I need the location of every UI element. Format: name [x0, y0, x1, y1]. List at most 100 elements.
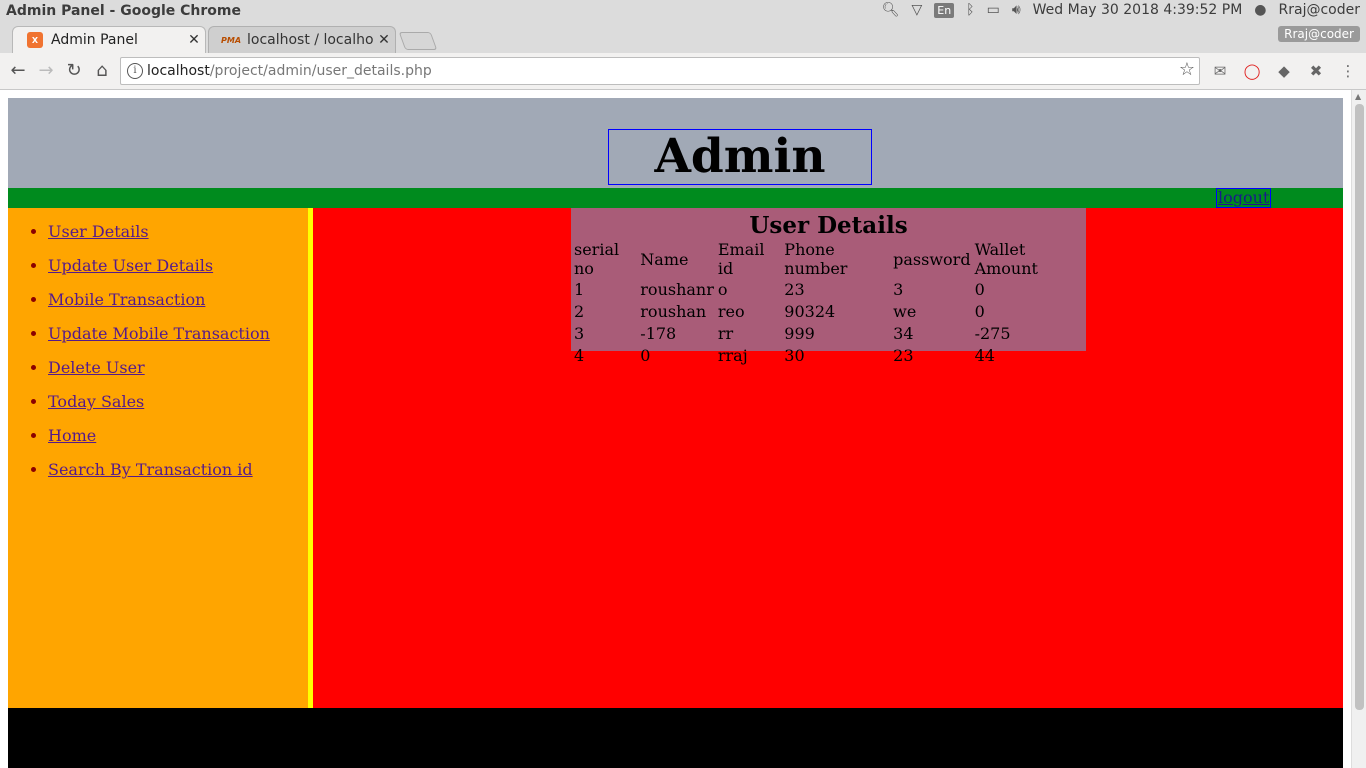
- user-details-panel: User Details serial no Name Email id Pho…: [571, 208, 1086, 365]
- tab-localhost[interactable]: PMA localhost / localhos ✕: [208, 26, 396, 53]
- table-cell: rraj: [717, 345, 748, 365]
- sidebar-link[interactable]: User Details: [48, 222, 149, 241]
- keyboard-layout-indicator[interactable]: En: [934, 2, 955, 18]
- new-tab-button[interactable]: [398, 32, 438, 50]
- sidebar-link[interactable]: Update Mobile Transaction: [48, 324, 270, 343]
- table-row: 4 0 rraj 30 23 44: [572, 344, 1086, 366]
- table-cell: reo: [717, 301, 745, 321]
- browser-toolbar: ← → ↻ ⌂ i localhost/project/admin/user_d…: [0, 53, 1366, 90]
- top-nav-bar: logout: [8, 188, 1343, 208]
- url-text[interactable]: localhost/project/admin/user_details.php: [147, 63, 432, 79]
- table-row: 3 -178 rr 999 34 -275: [572, 322, 1086, 344]
- url-path: /project/admin/user_details.php: [209, 63, 432, 79]
- x-extension-icon[interactable]: ✖: [1306, 61, 1326, 81]
- sidebar-link[interactable]: Update User Details: [48, 256, 213, 275]
- apple-icon[interactable]: ●: [1254, 2, 1266, 18]
- admin-page: Admin Panel logout User Details Update U…: [8, 98, 1343, 768]
- sidebar-item-delete-user: Delete User: [48, 358, 270, 392]
- user-details-heading: User Details: [749, 212, 908, 239]
- table-cell: 1: [574, 279, 585, 299]
- table-row: 2 roushan reo 90324 we 0: [572, 300, 1086, 322]
- column-header: Email id: [717, 240, 765, 278]
- column-header: Name: [640, 249, 689, 269]
- table-cell: 0: [640, 345, 651, 365]
- column-header: Phone number: [784, 240, 848, 278]
- table-cell: -178: [640, 323, 677, 343]
- clock[interactable]: Wed May 30 2018 4:39:52 PM: [1033, 2, 1243, 18]
- opera-extension-icon[interactable]: ◯: [1242, 61, 1262, 81]
- tab-strip: X Admin Panel ✕ PMA localhost / localhos…: [0, 24, 1366, 53]
- page-title: Admin Panel: [608, 129, 872, 238]
- table-cell: 0: [974, 301, 985, 321]
- user-details-table: serial no Name Email id Phone number pas…: [572, 240, 1086, 366]
- reload-icon[interactable]: ↻: [62, 59, 86, 83]
- sidebar-link[interactable]: Delete User: [48, 358, 145, 377]
- sidebar-item-user-details: User Details: [48, 222, 270, 256]
- table-cell: 4: [574, 345, 585, 365]
- table-cell: 23: [784, 279, 805, 299]
- system-indicators: 🔍︎ ▽ En ᛒ ▭ 🔊︎ Wed May 30 2018 4:39:52 P…: [882, 2, 1360, 18]
- forward-icon[interactable]: →: [34, 59, 58, 83]
- table-cell: 44: [974, 345, 995, 365]
- home-icon[interactable]: ⌂: [90, 59, 114, 83]
- cube-extension-icon[interactable]: ◆: [1274, 61, 1294, 81]
- column-header: password: [893, 249, 971, 269]
- table-cell: -275: [974, 323, 1011, 343]
- sidebar-link[interactable]: Home: [48, 426, 96, 445]
- table-header-row: serial no Name Email id Phone number pas…: [572, 240, 1086, 278]
- sidebar-link[interactable]: Mobile Transaction: [48, 290, 205, 309]
- address-bar[interactable]: i localhost/project/admin/user_details.p…: [120, 57, 1200, 85]
- mail-extension-icon[interactable]: ✉: [1210, 61, 1230, 81]
- column-header: serial no: [574, 240, 620, 278]
- search-icon[interactable]: 🔍︎: [882, 2, 900, 18]
- table-cell: 0: [974, 279, 985, 299]
- close-icon[interactable]: ✕: [373, 32, 395, 48]
- page-viewport: Admin Panel logout User Details Update U…: [0, 90, 1366, 768]
- sidebar-link[interactable]: Search By Transaction id: [48, 460, 253, 479]
- sidebar-item-update-mobile-transaction: Update Mobile Transaction: [48, 324, 270, 358]
- close-icon[interactable]: ✕: [183, 32, 205, 48]
- page-scrollbar[interactable]: ▲: [1351, 90, 1366, 768]
- volume-icon[interactable]: 🔊︎: [1012, 2, 1021, 18]
- back-icon[interactable]: ←: [6, 59, 30, 83]
- logout-link[interactable]: logout: [1216, 188, 1272, 208]
- sidebar-item-search-by-transaction-id: Search By Transaction id: [48, 460, 270, 494]
- table-cell: 3: [574, 323, 585, 343]
- table-cell: 2: [574, 301, 585, 321]
- table-cell: we: [893, 301, 917, 321]
- table-cell: 23: [893, 345, 914, 365]
- sidebar-link[interactable]: Today Sales: [48, 392, 144, 411]
- sidebar-item-home: Home: [48, 426, 270, 460]
- profile-button[interactable]: Rraj@coder: [1278, 26, 1360, 42]
- scrollbar-thumb[interactable]: [1355, 104, 1364, 710]
- url-host: localhost: [147, 63, 210, 79]
- battery-icon[interactable]: ▭: [987, 2, 1000, 18]
- table-cell: 999: [784, 323, 815, 343]
- tab-admin-panel[interactable]: X Admin Panel ✕: [12, 26, 206, 53]
- session-user[interactable]: Rraj@coder: [1279, 2, 1360, 18]
- page-header: Admin Panel: [8, 98, 1343, 238]
- bluetooth-icon[interactable]: ᛒ: [966, 2, 974, 18]
- sidebar-menu: User Details Update User Details Mobile …: [48, 222, 270, 494]
- page-footer: [8, 708, 1343, 768]
- bookmark-star-icon[interactable]: ☆: [1179, 59, 1195, 80]
- sidebar-item-update-user-details: Update User Details: [48, 256, 270, 290]
- main-content: User Details serial no Name Email id Pho…: [313, 208, 1343, 708]
- table-cell: rr: [717, 323, 734, 343]
- table-cell: roushan: [640, 301, 707, 321]
- wifi-icon[interactable]: ▽: [911, 2, 922, 18]
- table-cell: 3: [893, 279, 904, 299]
- tab-label: Admin Panel: [51, 32, 138, 48]
- xampp-icon: X: [27, 32, 43, 48]
- column-header: Wallet Amount: [974, 240, 1038, 278]
- window-title: Admin Panel - Google Chrome: [6, 3, 241, 19]
- table-cell: roushanr: [640, 279, 714, 299]
- phpmyadmin-icon: PMA: [221, 35, 242, 45]
- sidebar: User Details Update User Details Mobile …: [8, 208, 308, 708]
- sidebar-item-mobile-transaction: Mobile Transaction: [48, 290, 270, 324]
- info-icon[interactable]: i: [127, 63, 143, 79]
- table-cell: o: [717, 279, 728, 299]
- menu-icon[interactable]: ⋮: [1338, 61, 1358, 81]
- tab-label: localhost / localhos: [247, 32, 373, 48]
- scroll-up-icon[interactable]: ▲: [1355, 92, 1361, 101]
